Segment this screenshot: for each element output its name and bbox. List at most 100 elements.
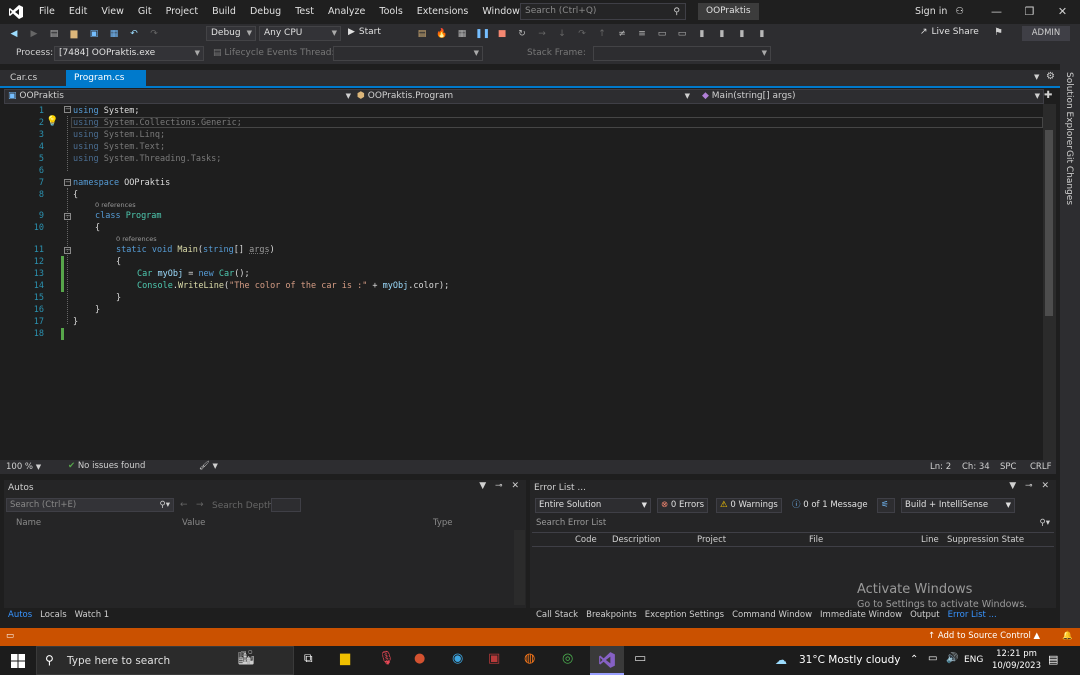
bookmark-next-icon[interactable]: ▮ (735, 27, 749, 41)
volume-icon[interactable]: 🔊 (946, 653, 958, 664)
diagnostics-icon[interactable]: ≠ (615, 27, 629, 41)
search-back-icon[interactable]: ← (180, 500, 188, 510)
uncomment-icon[interactable]: ▭ (675, 27, 689, 41)
tab-output[interactable]: Output (910, 610, 940, 620)
search-depth-select[interactable] (271, 498, 301, 512)
tab-immediate-window[interactable]: Immediate Window (820, 610, 902, 620)
new-project-icon[interactable]: ▤ (47, 27, 61, 41)
menu-file[interactable]: File (32, 0, 62, 24)
console-app-icon[interactable]: ▭ (634, 651, 654, 670)
minimize-icon[interactable]: — (980, 0, 1013, 24)
solution-explorer-tab[interactable]: Solution Explorer (1064, 72, 1074, 149)
edge-icon[interactable]: ◉ (452, 651, 472, 670)
show-next-statement-icon[interactable]: → (535, 27, 549, 41)
line-ending-indicator[interactable]: CRLF (1030, 462, 1051, 472)
column-header-name[interactable]: Name (16, 518, 41, 528)
panel-window-buttons[interactable]: ▼ ⊸ ✕ (1009, 481, 1052, 491)
stop-icon[interactable]: ■ (495, 27, 509, 41)
save-all-icon[interactable]: ▦ (107, 27, 121, 41)
pause-icon[interactable]: ❚❚ (475, 27, 490, 41)
menu-tools[interactable]: Tools (372, 0, 409, 24)
app-icon[interactable]: ▣ (488, 651, 508, 670)
powerpoint-icon[interactable]: ● (414, 651, 434, 670)
chrome-icon[interactable]: ◎ (562, 651, 582, 670)
chevron-up-icon[interactable]: ⌃ (910, 654, 918, 665)
step-into-icon[interactable]: ↓ (555, 27, 569, 41)
autos-scrollbar[interactable] (514, 530, 525, 605)
bookmark-prev-icon[interactable]: ▮ (715, 27, 729, 41)
thread-select[interactable]: ▼ (333, 46, 483, 61)
comment-icon[interactable]: ▭ (655, 27, 669, 41)
forward-icon[interactable]: ▶ (27, 27, 41, 41)
visual-studio-taskbar-icon[interactable] (590, 646, 624, 675)
restart-icon[interactable]: ↻ (515, 27, 529, 41)
tab-overflow-icon[interactable]: ▼ (1034, 73, 1039, 81)
git-changes-tab[interactable]: Git Changes (1064, 150, 1074, 205)
brush-icon[interactable]: 🖌 ▼ (199, 461, 218, 471)
split-editor-icon[interactable]: ✚ (1044, 90, 1052, 101)
tab-autos[interactable]: Autos (8, 610, 32, 620)
step-out-icon[interactable]: ↑ (595, 27, 609, 41)
tab-command-window[interactable]: Command Window (732, 610, 812, 620)
issues-indicator[interactable]: ✔ No issues found (68, 461, 145, 471)
toolbox-icon[interactable]: ▦ (455, 27, 469, 41)
menu-git[interactable]: Git (131, 0, 159, 24)
feedback-icon[interactable]: ⚑ (994, 27, 1003, 38)
column-header-suppression-state[interactable]: Suppression State (947, 535, 1024, 545)
class-dropdown[interactable]: ⬢ OOPraktis.Program ▼ (357, 90, 692, 103)
column-header-code[interactable]: Code (575, 535, 597, 545)
bookmark-clear-icon[interactable]: ▮ (755, 27, 769, 41)
network-icon[interactable]: ▭ (928, 653, 937, 664)
menu-debug[interactable]: Debug (243, 0, 288, 24)
menu-build[interactable]: Build (205, 0, 243, 24)
column-header-line[interactable]: Line (921, 535, 939, 545)
add-to-source-control-button[interactable]: ↑ Add to Source Control ▲ (928, 631, 1040, 641)
redo-icon[interactable]: ↷ (147, 27, 161, 41)
tab-call-stack[interactable]: Call Stack (536, 610, 578, 620)
menu-test[interactable]: Test (288, 0, 321, 24)
weather-text[interactable]: 31°C Mostly cloudy (799, 654, 900, 666)
tab-car-cs[interactable]: Car.cs (2, 70, 45, 86)
step-over-icon[interactable]: ↷ (575, 27, 589, 41)
tab-watch-1[interactable]: Watch 1 (75, 610, 110, 620)
zoom-level[interactable]: 100 % ▼ (6, 462, 41, 472)
tab-breakpoints[interactable]: Breakpoints (586, 610, 637, 620)
configuration-select[interactable]: Debug ▼ (206, 26, 256, 41)
code-editor[interactable]: − − − − 💡 1 using System; 2 using System.C… (0, 104, 1056, 460)
settings-icon[interactable]: ⚙ (1046, 71, 1055, 82)
language-indicator[interactable]: ENG (964, 655, 983, 665)
column-header-file[interactable]: File (809, 535, 823, 545)
menu-view[interactable]: View (94, 0, 131, 24)
browser-icon[interactable]: ▤ (415, 27, 429, 41)
column-header-value[interactable]: Value (182, 518, 205, 528)
output-window-icon[interactable]: ▭ (6, 631, 14, 641)
editor-scroll-thumb[interactable] (1045, 130, 1053, 316)
line-indicator[interactable]: Ln: 2 (930, 462, 951, 472)
process-select[interactable]: [7484] OOPraktis.exe ▼ (54, 46, 204, 61)
file-explorer-icon[interactable]: ▆ (340, 651, 360, 670)
admin-badge[interactable]: ADMIN (1022, 26, 1070, 41)
scope-select[interactable]: Entire Solution ▼ (535, 498, 651, 513)
tab-program-cs[interactable]: Program.cs ⊸ ✕ (66, 70, 146, 99)
notifications-icon[interactable]: 🔔 (1062, 631, 1073, 641)
lifecycle-events-button[interactable]: ▤ Lifecycle Events (213, 48, 297, 58)
platform-select[interactable]: Any CPU ▼ (259, 26, 341, 41)
clock[interactable]: 12:21 pm 10/09/2023 (992, 648, 1041, 672)
errors-filter-button[interactable]: ⊗ 0 Errors (657, 498, 709, 513)
firefox-icon[interactable]: ◍ (524, 651, 544, 670)
member-dropdown[interactable]: ◆ Main(string[] args) ▼ (702, 90, 1042, 103)
tab-exception-settings[interactable]: Exception Settings (645, 610, 724, 620)
menu-project[interactable]: Project (159, 0, 206, 24)
column-header-description[interactable]: Description (612, 535, 660, 545)
search-forward-icon[interactable]: → (196, 500, 204, 510)
messages-filter-button[interactable]: ⓘ 0 of 1 Message (788, 498, 872, 513)
column-header-project[interactable]: Project (697, 535, 726, 545)
autos-search-input[interactable]: Search (Ctrl+E) ⚲▾ (6, 498, 174, 512)
column-header-type[interactable]: Type (433, 518, 453, 528)
close-icon[interactable]: ✕ (1046, 0, 1079, 24)
menu-analyze[interactable]: Analyze (321, 0, 372, 24)
undo-icon[interactable]: ↶ (127, 27, 141, 41)
project-dropdown[interactable]: ▣ OOPraktis ▼ (8, 90, 353, 103)
back-icon[interactable]: ◀ (7, 27, 21, 41)
build-intellisense-select[interactable]: Build + IntelliSense ▼ (901, 498, 1015, 513)
